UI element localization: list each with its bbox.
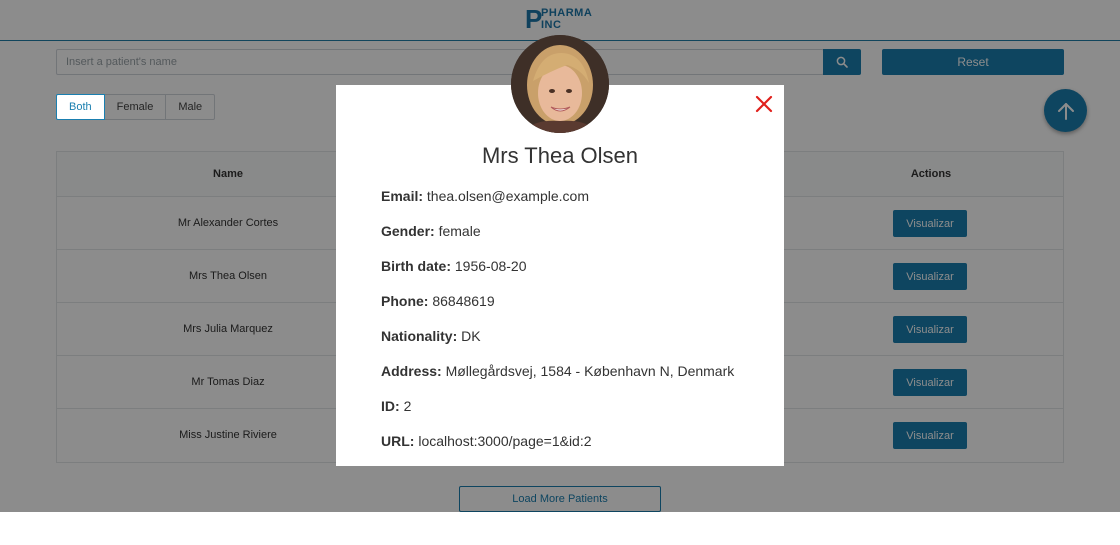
detail-phone: Phone: 86848619 bbox=[381, 293, 495, 309]
detail-url: URL: localhost:3000/page=1&id:2 bbox=[381, 433, 592, 449]
detail-birth-date: Birth date: 1956-08-20 bbox=[381, 258, 527, 274]
detail-email: Email: thea.olsen@example.com bbox=[381, 188, 589, 204]
detail-value: Møllegårdsvej, 1584 - København N, Denma… bbox=[445, 363, 735, 379]
patient-avatar bbox=[511, 35, 609, 133]
detail-value: 86848619 bbox=[432, 293, 495, 309]
detail-id: ID: 2 bbox=[381, 398, 411, 414]
close-icon bbox=[753, 93, 775, 115]
detail-value: 1956-08-20 bbox=[454, 258, 527, 274]
filter-both[interactable]: Both bbox=[56, 94, 105, 120]
detail-value: 2 bbox=[403, 398, 412, 414]
detail-label: Birth date: bbox=[381, 258, 451, 274]
detail-label: Phone: bbox=[381, 293, 429, 309]
detail-label: Gender: bbox=[381, 223, 435, 239]
close-modal-button[interactable] bbox=[753, 93, 775, 115]
detail-value: localhost:3000/page=1&id:2 bbox=[418, 433, 592, 449]
detail-value: female bbox=[438, 223, 481, 239]
detail-label: Nationality: bbox=[381, 328, 458, 344]
detail-nationality: Nationality: DK bbox=[381, 328, 481, 344]
detail-gender: Gender: female bbox=[381, 223, 481, 239]
page: P PHARMA INC Reset Both Female Male bbox=[0, 0, 1120, 545]
detail-label: Address: bbox=[381, 363, 442, 379]
modal-title: Mrs Thea Olsen bbox=[481, 143, 639, 168]
detail-label: Email: bbox=[381, 188, 424, 204]
detail-label: ID: bbox=[381, 398, 400, 414]
detail-value: thea.olsen@example.com bbox=[426, 188, 589, 204]
app: P PHARMA INC Reset Both Female Male bbox=[0, 0, 1120, 512]
detail-address: Address: Møllegårdsvej, 1584 - København… bbox=[381, 363, 734, 379]
detail-label: URL: bbox=[381, 433, 415, 449]
detail-value: DK bbox=[461, 328, 481, 344]
